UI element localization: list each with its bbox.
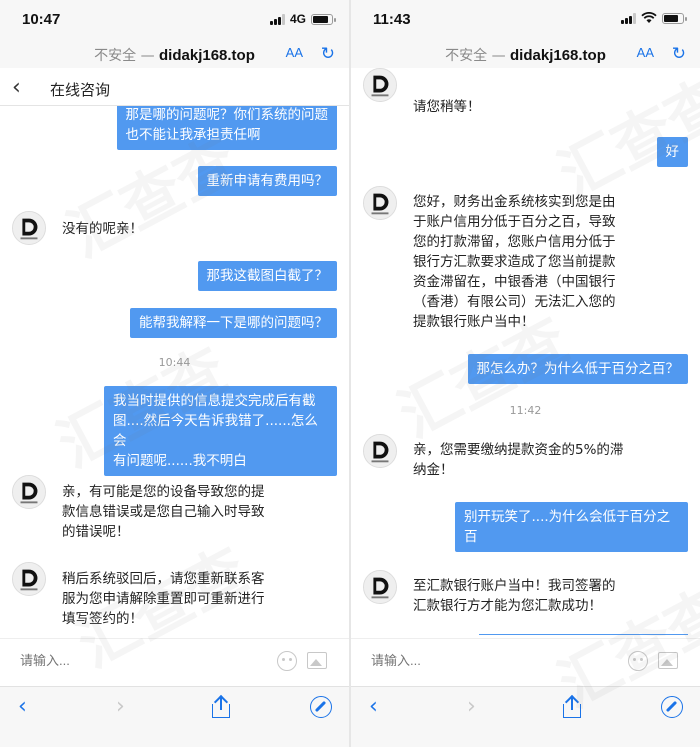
message-outgoing: 那是哪的问题呢？你们系统的问题 也不能让我承担责任啊	[116, 100, 337, 150]
cellular-signal-icon	[269, 13, 285, 25]
status-bar: 11:43	[351, 0, 700, 40]
image-upload-icon[interactable]	[307, 652, 327, 669]
message-outgoing: 重新申请有费用吗？	[197, 166, 337, 196]
message-timestamp: 10:44	[158, 356, 191, 369]
page-title: 在线咨询	[50, 81, 111, 99]
back-chevron-icon[interactable]: ‹	[12, 75, 21, 100]
compass-icon[interactable]	[310, 696, 332, 718]
status-time: 10:47	[22, 11, 61, 28]
message-input[interactable]	[371, 653, 571, 668]
message-outgoing: 那怎么办？为什么低于百分之百？	[467, 354, 688, 384]
browser-back-icon[interactable]: ‹	[18, 696, 27, 718]
agent-avatar	[363, 186, 397, 220]
browser-forward-icon[interactable]: ›	[467, 696, 476, 718]
battery-icon	[311, 13, 336, 25]
message-input-bar	[351, 638, 700, 686]
agent-avatar	[12, 562, 46, 596]
address-bar[interactable]: 不安全 — didakj168.top AA ↻	[351, 40, 700, 68]
message-outgoing: 能帮我解释一下是哪的问题吗？	[130, 308, 337, 338]
browser-back-icon[interactable]: ‹	[369, 696, 378, 718]
message-incoming: 至汇款银行账户当中！我司签署的 汇款银行方才能为您汇款成功！	[413, 578, 616, 614]
message-incoming: 没有的呢亲！	[62, 221, 143, 237]
input-focus-line	[479, 634, 688, 635]
agent-avatar	[12, 211, 46, 245]
text-size-button[interactable]: AA	[637, 45, 654, 60]
status-time: 11:43	[373, 11, 411, 28]
message-input[interactable]	[20, 653, 220, 668]
message-input-bar	[0, 638, 349, 686]
agent-avatar	[363, 434, 397, 468]
emoji-icon[interactable]	[277, 651, 297, 671]
cellular-signal-icon	[621, 12, 636, 24]
browser-toolbar: ‹ ›	[0, 686, 349, 747]
text-size-button[interactable]: AA	[286, 45, 303, 60]
message-timestamp: 11:42	[509, 404, 542, 417]
message-incoming: 您好，财务出金系统核实到您是由 于账户信用分低于百分之百，导致 您的打款滞留，您…	[413, 194, 616, 330]
message-outgoing: 我当时提供的信息提交完成后有截 图....然后今天告诉我错了......怎么会 …	[104, 386, 337, 476]
message-outgoing: 好	[656, 137, 688, 167]
message-incoming: 请您稍等！	[413, 99, 481, 115]
status-bar: 10:47 4G	[0, 0, 349, 40]
url-domain: didakj168.top	[159, 47, 255, 64]
network-type: 4G	[289, 12, 306, 26]
message-outgoing: 那我这截图白截了？	[197, 261, 337, 291]
message-incoming: 亲，您需要缴纳提款资金的5%的滞 纳金！	[413, 442, 624, 478]
browser-toolbar: ‹ ›	[351, 686, 700, 747]
agent-avatar	[363, 570, 397, 604]
emoji-icon[interactable]	[628, 651, 648, 671]
reload-icon[interactable]: ↻	[321, 44, 335, 64]
message-incoming: 稍后系统驳回后，请您重新联系客 服为您申请解除重置即可重新进行 填写签约的！	[62, 571, 265, 627]
wifi-icon	[641, 12, 657, 23]
browser-forward-icon[interactable]: ›	[116, 696, 125, 718]
not-secure-label: 不安全	[94, 48, 137, 64]
agent-avatar	[12, 475, 46, 509]
url-domain: didakj168.top	[510, 47, 606, 64]
message-incoming: 亲，有可能是您的设备导致您的提 款信息错误或是您自己输入时导致 的错误呢！	[62, 484, 265, 540]
chat-area: 请您稍等！ 好 您好，财务出金系统核实到您是由 于账户信用分低于百分之百，导致 …	[351, 68, 700, 685]
right-phone-screen: 请您稍等！ 好 您好，财务出金系统核实到您是由 于账户信用分低于百分之百，导致 …	[351, 0, 700, 747]
agent-avatar	[363, 68, 397, 102]
address-bar[interactable]: 不安全 — didakj168.top AA ↻	[0, 40, 349, 68]
reload-icon[interactable]: ↻	[672, 44, 686, 64]
battery-icon	[662, 12, 687, 24]
image-upload-icon[interactable]	[658, 652, 678, 669]
message-outgoing: 别开玩笑了....为什么会低于百分之 百	[455, 502, 688, 552]
left-phone-screen: 那是哪的问题呢？你们系统的问题 也不能让我承担责任啊 重新申请有费用吗？ 没有的…	[0, 0, 349, 747]
compass-icon[interactable]	[661, 696, 683, 718]
not-secure-label: 不安全	[445, 48, 488, 64]
chat-area: 那是哪的问题呢？你们系统的问题 也不能让我承担责任啊 重新申请有费用吗？ 没有的…	[0, 68, 349, 685]
chat-header: ‹ 在线咨询	[0, 72, 349, 106]
